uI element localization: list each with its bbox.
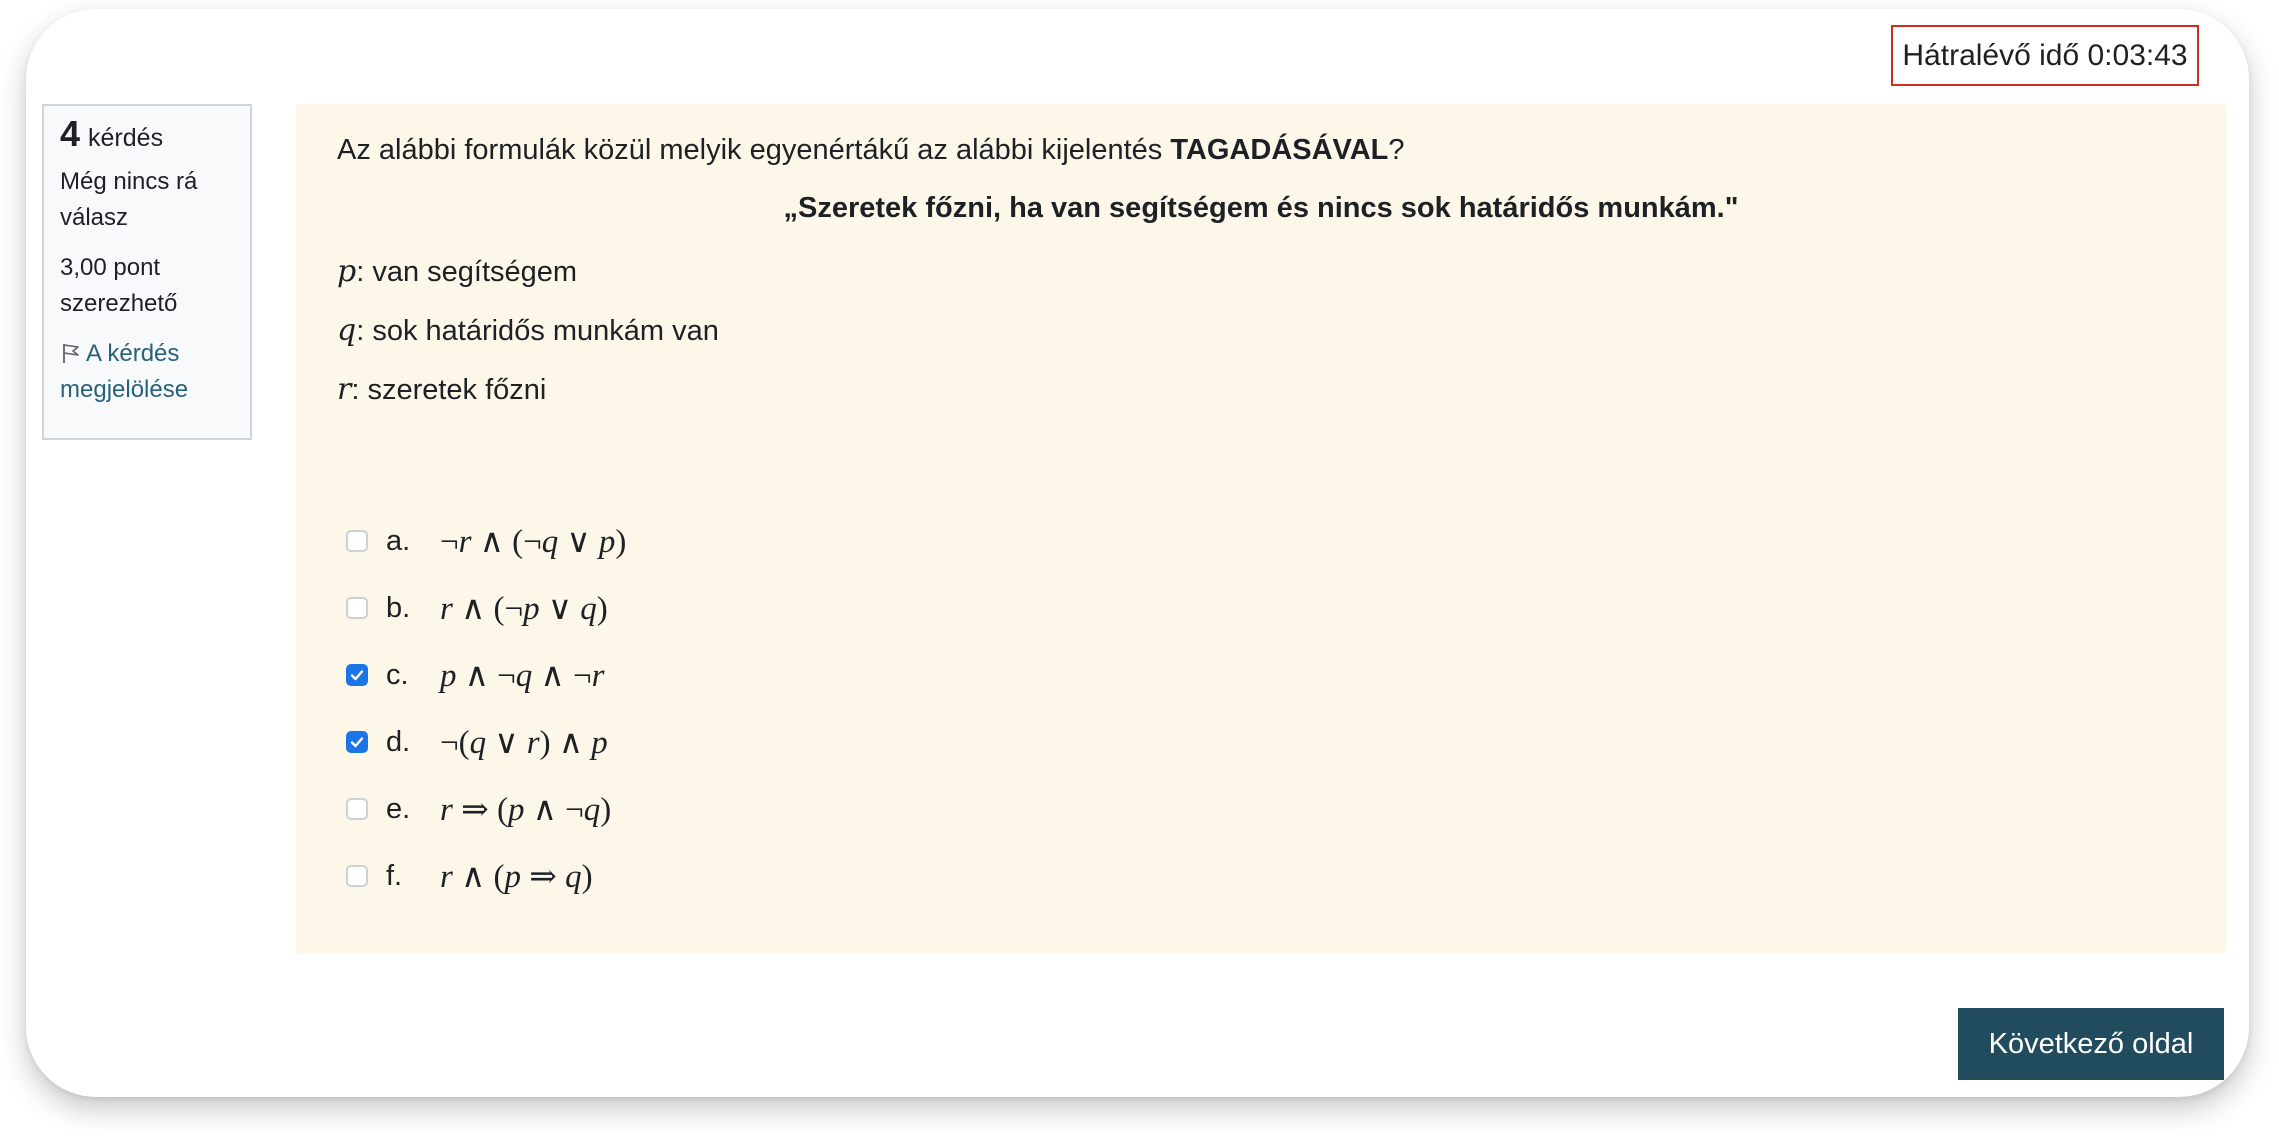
answer-formula: p ∧ ¬q ∧ ¬r xyxy=(440,658,605,694)
answer-letter: e. xyxy=(386,792,411,825)
answer-letter: c. xyxy=(386,658,409,691)
question-text-bold: TAGADÁSÁVAL xyxy=(1170,134,1389,166)
answer-option-d[interactable]: d. ¬(q ∨ r) ∧ p xyxy=(346,722,608,762)
time-remaining: Hátralévő idő 0:03:43 xyxy=(1891,25,2199,86)
answer-option-f[interactable]: f. r ∧ (p ⇒ q) xyxy=(346,856,593,896)
question-quote: „Szeretek főzni, ha van segítségem és ni… xyxy=(783,192,1739,224)
definition-var: r xyxy=(337,372,352,407)
answer-checkbox[interactable] xyxy=(346,664,368,686)
answer-checkbox[interactable] xyxy=(346,597,368,619)
question-text-after: ? xyxy=(1388,134,1405,166)
question-text: Az alábbi formulák közül melyik egyenért… xyxy=(337,134,1405,167)
question-number-label: kérdés xyxy=(88,124,164,152)
definition-var: p xyxy=(337,254,357,289)
next-page-button[interactable]: Következő oldal xyxy=(1958,1008,2224,1080)
answer-formula: ¬r ∧ (¬q ∨ p) xyxy=(440,524,627,560)
answer-letter: b. xyxy=(386,591,411,624)
checkmark-icon xyxy=(350,737,364,748)
definition-r: r: szeretek főzni xyxy=(337,372,546,407)
question-number: 4 kérdés xyxy=(60,116,234,156)
definition-p: p: van segítségem xyxy=(337,254,577,289)
definition-text: : sok határidős munkám van xyxy=(356,315,719,347)
flag-question-link[interactable]: A kérdés megjelölése xyxy=(60,336,234,408)
answer-option-c[interactable]: c. p ∧ ¬q ∧ ¬r xyxy=(346,655,604,695)
question-content: Az alábbi formulák közül melyik egyenért… xyxy=(296,104,2226,954)
checkmark-icon xyxy=(350,670,364,681)
question-info-panel: 4 kérdés Még nincs rá válasz 3,00 pont s… xyxy=(42,104,252,440)
answer-checkbox[interactable] xyxy=(346,865,368,887)
flag-icon xyxy=(63,344,79,363)
answer-checkbox[interactable] xyxy=(346,731,368,753)
answer-checkbox[interactable] xyxy=(346,530,368,552)
question-grade: 3,00 pont szerezhető xyxy=(60,254,178,317)
time-remaining-label: Hátralévő idő 0:03:43 xyxy=(1902,38,2188,72)
answer-letter: f. xyxy=(386,859,403,892)
question-number-value: 4 xyxy=(60,113,81,154)
answer-formula: r ∧ (p ⇒ q) xyxy=(440,859,593,895)
definition-text: : van segítségem xyxy=(356,256,578,288)
answer-letter: d. xyxy=(386,725,411,758)
answer-option-e[interactable]: e. r ⇒ (p ∧ ¬q) xyxy=(346,789,611,829)
question-text-before: Az alábbi formulák közül melyik egyenért… xyxy=(337,134,1171,166)
answer-formula: r ⇒ (p ∧ ¬q) xyxy=(440,792,612,828)
answer-formula: ¬(q ∨ r) ∧ p xyxy=(440,725,608,761)
definition-text: : szeretek főzni xyxy=(351,374,547,406)
definition-var: q xyxy=(337,313,357,348)
answer-option-a[interactable]: a. ¬r ∧ (¬q ∨ p) xyxy=(346,521,626,561)
definition-q: q: sok határidős munkám van xyxy=(337,313,719,348)
quiz-card: Hátralévő idő 0:03:43 4 kérdés Még nincs… xyxy=(26,9,2249,1097)
answer-letter: a. xyxy=(386,524,411,557)
answer-checkbox[interactable] xyxy=(346,798,368,820)
question-state: Még nincs rá válasz xyxy=(60,168,198,231)
answer-option-b[interactable]: b. r ∧ (¬p ∨ q) xyxy=(346,588,608,628)
answer-formula: r ∧ (¬p ∨ q) xyxy=(440,591,608,627)
